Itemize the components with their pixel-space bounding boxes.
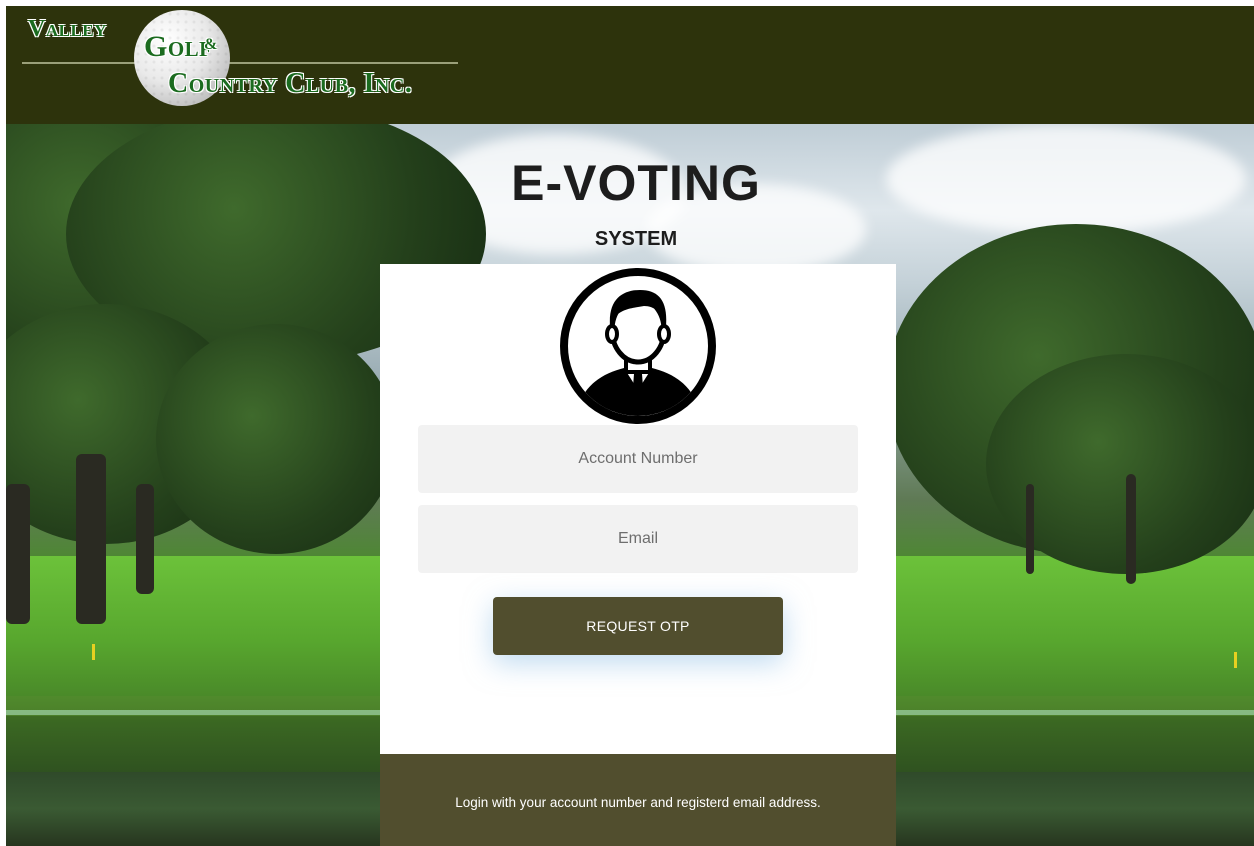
login-hint-text: Login with your account number and regis… — [455, 794, 821, 810]
logo-rule — [22, 62, 458, 64]
logo-text-ampersand: & — [204, 36, 218, 53]
tree-canopy — [156, 324, 396, 554]
tree-trunk — [1126, 474, 1136, 584]
yellow-marker-flag — [1234, 652, 1237, 668]
logo-text-valley: Valley — [28, 16, 107, 42]
tree-trunk — [1026, 484, 1034, 574]
logo-text-golf: Golf — [144, 30, 213, 63]
logo-text-country-club: Country Club, Inc. — [168, 68, 413, 99]
email-input[interactable] — [418, 505, 858, 573]
tree-trunk — [76, 454, 106, 624]
login-hint-footer: Login with your account number and regis… — [380, 754, 896, 846]
request-otp-button[interactable]: REQUEST OTP — [493, 597, 783, 655]
page-subtitle: SYSTEM — [594, 228, 678, 250]
yellow-marker-flag — [92, 644, 95, 660]
page-frame: Valley Golf & Country Club, Inc. E-VOTIN… — [6, 6, 1254, 846]
page-title: E-VOTING — [511, 155, 761, 211]
club-logo[interactable]: Valley Golf & Country Club, Inc. — [20, 10, 460, 112]
cloud — [886, 124, 1246, 234]
tree-trunk — [6, 484, 30, 624]
site-header: Valley Golf & Country Club, Inc. — [6, 6, 1254, 124]
account-number-input[interactable] — [418, 425, 858, 493]
tree-trunk — [136, 484, 154, 594]
user-avatar-icon — [560, 268, 716, 424]
login-card: REQUEST OTP Login with your account numb… — [380, 264, 896, 846]
